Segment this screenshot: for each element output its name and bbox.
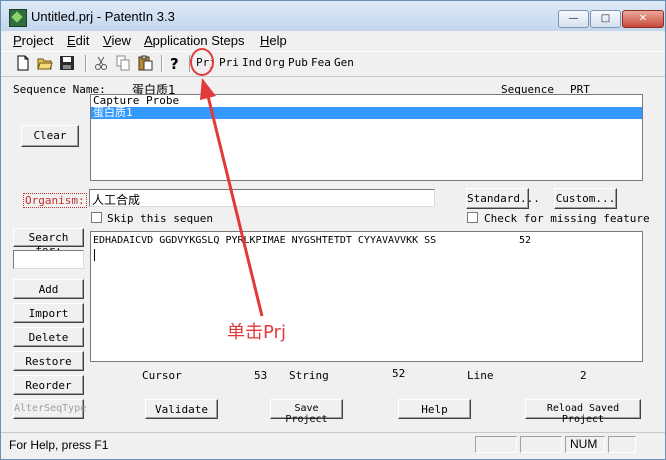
annotation-arrow-icon xyxy=(200,78,264,317)
annotation-text: 单击Prj xyxy=(227,322,286,343)
